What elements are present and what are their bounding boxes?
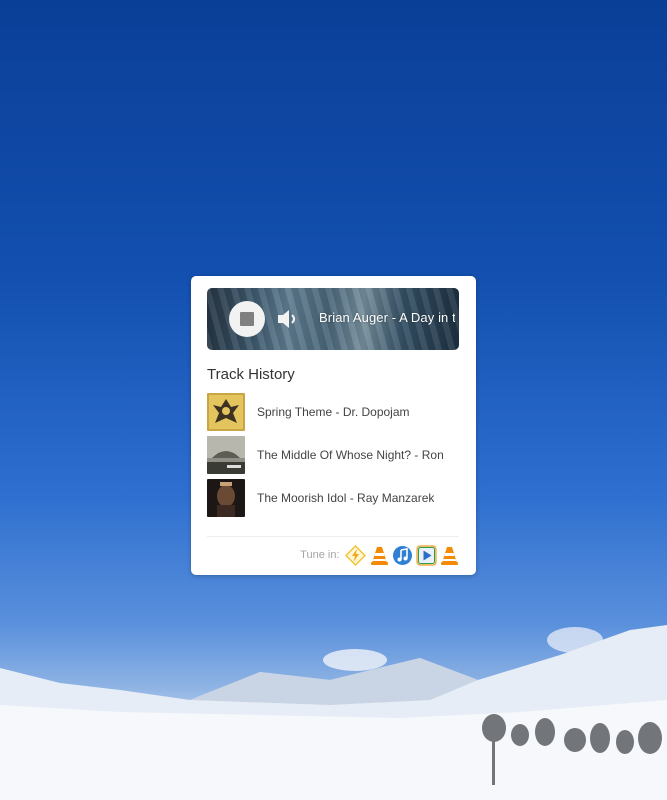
tune-in-bar: Tune in: [300, 544, 460, 566]
track-history-heading: Track History [207, 366, 295, 383]
history-track-2[interactable]: The Middle Of Whose Night? - Ron [207, 436, 459, 474]
track-title: Spring Theme - Dr. Dopojam [257, 405, 410, 419]
track-title: The Middle Of Whose Night? - Ron [257, 448, 444, 462]
track-title: The Moorish Idol - Ray Manzarek [257, 491, 435, 505]
radio-widget: Brian Auger - A Day in the Life Track Hi… [191, 276, 476, 575]
stop-button[interactable] [229, 301, 265, 337]
history-track-3[interactable]: The Moorish Idol - Ray Manzarek [207, 479, 459, 517]
windows-media-player-icon[interactable] [415, 544, 437, 566]
album-cover-thumbnail [207, 436, 245, 474]
volume-icon[interactable] [277, 309, 299, 329]
divider [207, 536, 459, 537]
history-track-1[interactable]: Spring Theme - Dr. Dopojam [207, 393, 459, 431]
album-cover-thumbnail [207, 479, 245, 517]
tune-in-label: Tune in: [300, 549, 340, 561]
album-cover-thumbnail [207, 393, 245, 431]
itunes-icon[interactable] [392, 545, 413, 566]
now-playing-title: Brian Auger - A Day in the Life [319, 310, 455, 325]
vlc-icon[interactable] [369, 545, 390, 566]
vlc-icon[interactable] [439, 545, 460, 566]
winamp-icon[interactable] [345, 544, 366, 566]
stop-icon [240, 312, 254, 326]
now-playing-bar: Brian Auger - A Day in the Life [207, 288, 459, 350]
